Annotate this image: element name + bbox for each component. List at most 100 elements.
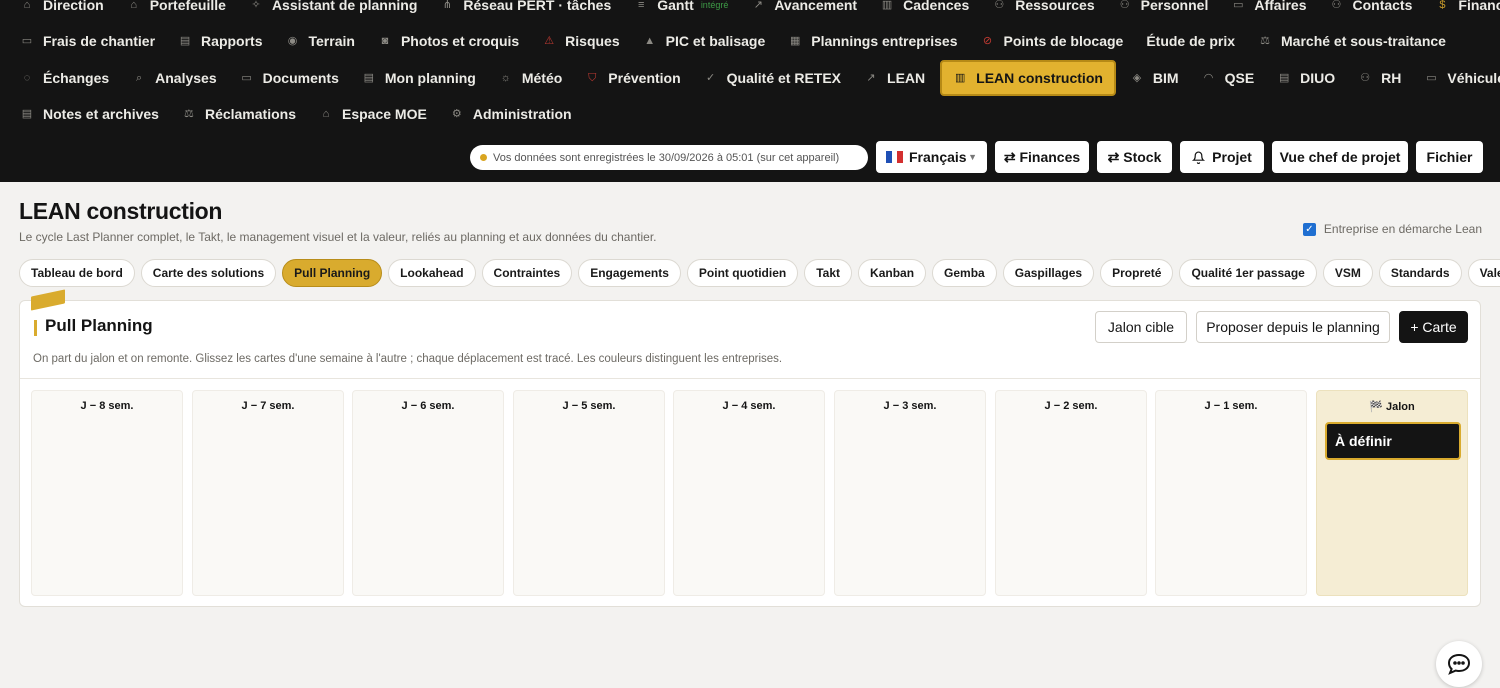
nav-item-label: Véhicules bbox=[1447, 70, 1500, 86]
camera-icon: ◙ bbox=[381, 34, 389, 47]
nav-item-affaires[interactable]: ▭ Affaires bbox=[1231, 0, 1306, 16]
nav-item-qse[interactable]: ◠ QSE bbox=[1202, 67, 1254, 89]
tab-lookahead[interactable]: Lookahead bbox=[388, 259, 476, 287]
tab-pull-planning[interactable]: Pull Planning bbox=[282, 259, 383, 287]
contacts-icon: ⚇ bbox=[1331, 0, 1342, 11]
week-column[interactable]: J − 1 sem. bbox=[1155, 390, 1307, 596]
nav-item-pic-et-balisage[interactable]: ▲ PIC et balisage bbox=[643, 30, 766, 52]
tab-carte-des-solutions[interactable]: Carte des solutions bbox=[140, 259, 277, 287]
nav-item-marche-et-sous-traitance[interactable]: ⚖ Marché et sous-traitance bbox=[1258, 30, 1446, 52]
gear-icon: ⚙ bbox=[451, 107, 462, 120]
nav-item-notes-et-archives[interactable]: ▤ Notes et archives bbox=[20, 103, 159, 125]
week-column[interactable]: J − 3 sem. bbox=[834, 390, 986, 596]
nav-item-avancement[interactable]: ↗ Avancement bbox=[751, 0, 857, 16]
nav-item-personnel[interactable]: ⚇ Personnel bbox=[1118, 0, 1209, 16]
nav-item-rapports[interactable]: ▤ Rapports bbox=[178, 30, 263, 52]
week-column[interactable]: J − 8 sem. bbox=[31, 390, 183, 596]
nav-item-direction[interactable]: ⌂ Direction bbox=[20, 0, 104, 16]
tab-point-quotidien[interactable]: Point quotidien bbox=[686, 259, 799, 287]
nav-item-prevention[interactable]: ⛉ Prévention bbox=[585, 67, 680, 89]
nav-item-lean[interactable]: ↗ LEAN bbox=[864, 67, 925, 89]
week-column[interactable]: J − 7 sem. bbox=[192, 390, 344, 596]
tab-valeur[interactable]: Valeur bbox=[1467, 259, 1500, 287]
week-column[interactable]: J − 2 sem. bbox=[995, 390, 1147, 596]
scale-icon: ⚖ bbox=[184, 107, 194, 120]
nav-item-meteo[interactable]: ☼ Météo bbox=[499, 67, 563, 89]
gantt-icon: ≡ bbox=[638, 0, 645, 11]
manager-view-button[interactable]: Vue chef de projet bbox=[1272, 141, 1408, 173]
pull-planning-panel: Pull Planning Jalon cible Proposer depui… bbox=[19, 300, 1481, 607]
tab-gaspillages[interactable]: Gaspillages bbox=[1002, 259, 1095, 287]
tab-qualite-1er-passage[interactable]: Qualité 1er passage bbox=[1179, 259, 1317, 287]
tab-engagements[interactable]: Engagements bbox=[578, 259, 681, 287]
nav-item-points-de-blocage[interactable]: ⊘ Points de blocage bbox=[981, 30, 1123, 52]
page-subtitle: Le cycle Last Planner complet, le Takt, … bbox=[19, 230, 657, 244]
week-column[interactable]: J − 6 sem. bbox=[352, 390, 504, 596]
nav-item-label: Météo bbox=[521, 70, 563, 86]
column-header: J − 4 sem. bbox=[722, 400, 776, 412]
nav-item-label: PIC et balisage bbox=[665, 33, 766, 49]
nav-item-bim[interactable]: ◈ BIM bbox=[1130, 67, 1179, 89]
nav-item-espace-moe[interactable]: ⌂ Espace MOE bbox=[319, 103, 427, 125]
nav-item-label: Affaires bbox=[1254, 0, 1307, 13]
add-card-button[interactable]: + Carte bbox=[1399, 311, 1468, 343]
nav-item-documents[interactable]: ▭ Documents bbox=[240, 67, 338, 89]
language-select[interactable]: Français ▼ bbox=[876, 141, 987, 173]
nav-item-vehicules[interactable]: ▭ Véhicules bbox=[1424, 67, 1500, 89]
finances-switch-button[interactable]: ⇄ Finances bbox=[995, 141, 1089, 173]
tab-contraintes[interactable]: Contraintes bbox=[481, 259, 573, 287]
trend-icon: ↗ bbox=[866, 71, 876, 84]
nav-item-photos-et-croquis[interactable]: ◙ Photos et croquis bbox=[378, 30, 520, 52]
calendar-icon: ▤ bbox=[363, 71, 375, 84]
nav-item-assistant-de-planning[interactable]: ✧ Assistant de planning bbox=[249, 0, 417, 16]
planning-card[interactable]: À définir bbox=[1325, 422, 1461, 460]
tab-tableau-de-bord[interactable]: Tableau de bord bbox=[19, 259, 135, 287]
chat-button[interactable] bbox=[1436, 641, 1482, 687]
nav-item-label: Échanges bbox=[43, 70, 110, 86]
tab-proprete[interactable]: Propreté bbox=[1100, 259, 1174, 287]
nav-item-risques[interactable]: ⚠ Risques bbox=[542, 30, 619, 52]
milestone-column[interactable]: 🏁 Jalon À définir bbox=[1316, 390, 1468, 596]
checkbox-checked-icon[interactable]: ✓ bbox=[1302, 222, 1316, 236]
nav-item-reseau-pert-taches[interactable]: ⋔ Réseau PERT · tâches bbox=[440, 0, 611, 16]
nav-item-mon-planning[interactable]: ▤ Mon planning bbox=[362, 67, 476, 89]
nav-item-contacts[interactable]: ⚇ Contacts bbox=[1329, 0, 1413, 16]
dollar-icon: $ bbox=[1439, 0, 1446, 11]
tab-standards[interactable]: Standards bbox=[1378, 259, 1462, 287]
tab-kanban[interactable]: Kanban bbox=[858, 259, 927, 287]
nav-item-frais-de-chantier[interactable]: ▭ Frais de chantier bbox=[20, 30, 155, 52]
nav-item-rh[interactable]: ⚇ RH bbox=[1358, 67, 1401, 89]
lean-approach-checkbox[interactable]: ✓ Entreprise en démarche Lean bbox=[1302, 222, 1482, 236]
column-header: J − 6 sem. bbox=[401, 400, 455, 412]
nav-item-finances[interactable]: $ Finances bbox=[1435, 0, 1500, 16]
report-icon: ▤ bbox=[179, 34, 191, 47]
project-button[interactable]: Projet bbox=[1180, 141, 1264, 173]
nav-item-gantt[interactable]: ≡ Gantt intégré bbox=[634, 0, 728, 16]
week-column[interactable]: J − 5 sem. bbox=[513, 390, 665, 596]
nav-item-reclamations[interactable]: ⚖ Réclamations bbox=[182, 103, 296, 125]
nav-item-etude-de-prix[interactable]: Étude de prix bbox=[1146, 30, 1235, 52]
nav-item-terrain[interactable]: ◉ Terrain bbox=[286, 30, 355, 52]
nav-item-ressources[interactable]: ⚇ Ressources bbox=[992, 0, 1094, 16]
nav-item-plannings-entreprises[interactable]: ▦ Plannings entreprises bbox=[788, 30, 957, 52]
lean-approach-label: Entreprise en démarche Lean bbox=[1323, 222, 1482, 236]
tab-takt[interactable]: Takt bbox=[804, 259, 853, 287]
car-icon: ▭ bbox=[1426, 71, 1437, 84]
nav-item-analyses[interactable]: ⌕ Analyses bbox=[132, 67, 217, 89]
nav-item-administration[interactable]: ⚙ Administration bbox=[450, 103, 572, 125]
week-column[interactable]: J − 4 sem. bbox=[673, 390, 825, 596]
stock-switch-button[interactable]: ⇄ Stock bbox=[1097, 141, 1172, 173]
nav-item-cadences[interactable]: ▥ Cadences bbox=[880, 0, 969, 16]
nav-item-diuo[interactable]: ▤ DIUO bbox=[1277, 67, 1335, 89]
propose-from-planning-button[interactable]: Proposer depuis le planning bbox=[1196, 311, 1390, 343]
nav-item-echanges[interactable]: ◌ Échanges bbox=[20, 67, 109, 89]
tab-gemba[interactable]: Gemba bbox=[932, 259, 997, 287]
nav-item-qualite-et-retex[interactable]: ✓ Qualité et RETEX bbox=[704, 67, 841, 89]
nav-item-lean-construction[interactable]: ▥ LEAN construction bbox=[940, 60, 1116, 96]
nav-item-portefeuille[interactable]: ⌂ Portefeuille bbox=[127, 0, 226, 16]
nav-item-label: Mon planning bbox=[384, 70, 476, 86]
wallet-icon: ▭ bbox=[21, 34, 33, 47]
target-milestone-button[interactable]: Jalon cible bbox=[1095, 311, 1187, 343]
file-menu-button[interactable]: Fichier bbox=[1416, 141, 1483, 173]
tab-vsm[interactable]: VSM bbox=[1322, 259, 1373, 287]
